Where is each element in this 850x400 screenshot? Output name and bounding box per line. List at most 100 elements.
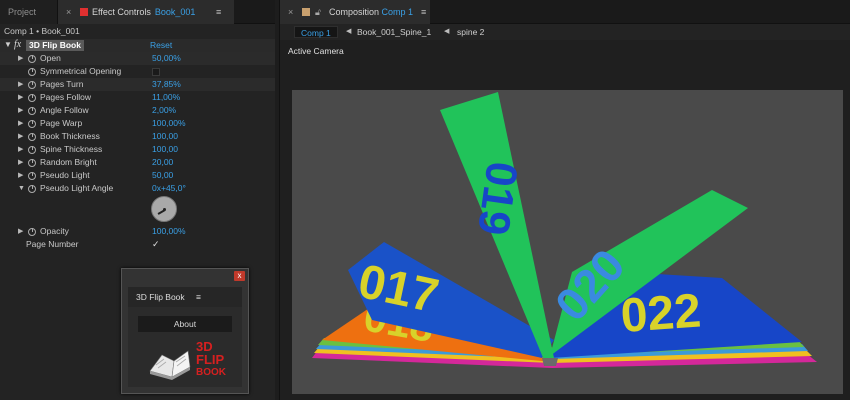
expand-arrow-icon[interactable]: ▶ (18, 225, 23, 238)
param-row-opacity: ▶ Opacity 100,00% (0, 225, 275, 238)
param-label: Page Number (26, 239, 79, 249)
effect-controls-panel: Project × Effect Controls Book_001 ≡ Comp… (0, 0, 275, 400)
stopwatch-icon[interactable] (28, 146, 36, 154)
param-row-random-bright: ▶ Random Bright 20,00 (0, 156, 275, 169)
angle-dial-center (163, 208, 166, 211)
lock-icon[interactable]: 🔓︎ (315, 0, 321, 24)
flip-book-render: 018 022 017 020 (312, 92, 817, 368)
param-label: Random Bright (40, 157, 97, 167)
stopwatch-icon[interactable] (28, 94, 36, 102)
stopwatch-icon[interactable] (28, 159, 36, 167)
composition-subject[interactable]: Comp 1 (382, 7, 414, 17)
active-camera-label: Active Camera (288, 46, 344, 56)
composition-title: Composition (329, 7, 380, 17)
left-tab-bar: Project × Effect Controls Book_001 ≡ (0, 0, 275, 24)
param-label: Symmetrical Opening (40, 66, 122, 76)
close-tab-icon[interactable]: × (66, 0, 71, 24)
stopwatch-icon[interactable] (28, 172, 36, 180)
breadcrumb: Comp 1 ◀ Book_001_Spine_1 ◀ spine 2 (280, 24, 850, 40)
param-value[interactable]: 37,85% (152, 78, 181, 91)
fx-toggle[interactable]: fx (14, 39, 21, 50)
param-row-spine-thickness: ▶ Spine Thickness 100,00 (0, 143, 275, 156)
param-label: Pseudo Light Angle (40, 183, 114, 193)
param-value[interactable]: 100,00% (152, 117, 186, 130)
effect-name[interactable]: 3D Flip Book (26, 40, 84, 51)
close-window-button[interactable]: x (234, 271, 245, 281)
param-value[interactable]: 50,00 (152, 169, 173, 182)
expand-triangle-icon[interactable]: ▼ (4, 40, 12, 49)
app-root: Project × Effect Controls Book_001 ≡ Comp… (0, 0, 850, 400)
param-row-pages-follow: ▶ Pages Follow 11,00% (0, 91, 275, 104)
stopwatch-icon[interactable] (28, 68, 36, 76)
param-value[interactable]: 100,00 (152, 143, 178, 156)
comp-color-swatch (302, 8, 310, 16)
stopwatch-icon[interactable] (28, 228, 36, 236)
symmetrical-opening-checkbox[interactable] (152, 68, 160, 76)
param-label: Book Thickness (40, 131, 100, 141)
angle-dial[interactable] (151, 196, 177, 222)
param-row-open: ▶ Open 50,00% (0, 52, 275, 65)
page-number-checkbox[interactable]: ✓ (152, 238, 160, 251)
expand-arrow-icon[interactable]: ▶ (18, 91, 23, 104)
expand-arrow-icon[interactable]: ▶ (18, 104, 23, 117)
floating-window-menu-icon[interactable]: ≡ (196, 287, 201, 307)
stopwatch-icon[interactable] (28, 81, 36, 89)
tab-composition[interactable]: × 🔓︎ Composition Comp 1 ≡ (280, 0, 430, 24)
stopwatch-icon[interactable] (28, 107, 36, 115)
param-value[interactable]: 100,00 (152, 130, 178, 143)
stopwatch-icon[interactable] (28, 55, 36, 63)
param-label: Page Warp (40, 118, 83, 128)
param-value[interactable]: 2,00% (152, 104, 176, 117)
breadcrumb-separator-icon: ◀ (346, 28, 352, 35)
param-label: Pseudo Light (40, 170, 90, 180)
stopwatch-icon[interactable] (28, 185, 36, 193)
floating-window-title-text: 3D Flip Book (136, 292, 185, 302)
breadcrumb-spine-2[interactable]: spine 2 (457, 26, 484, 38)
expand-arrow-icon[interactable]: ▶ (18, 78, 23, 91)
panel-menu-icon[interactable]: ≡ (421, 0, 426, 24)
expand-arrow-icon[interactable]: ▶ (18, 143, 23, 156)
param-label: Open (40, 53, 61, 63)
tab-effect-controls[interactable]: × Effect Controls Book_001 ≡ (58, 0, 234, 24)
expand-arrow-icon[interactable]: ▶ (18, 117, 23, 130)
expand-arrow-icon[interactable]: ▶ (18, 52, 23, 65)
comp-path: Comp 1 • Book_001 (4, 26, 80, 36)
stopwatch-icon[interactable] (28, 133, 36, 141)
panel-menu-icon[interactable]: ≡ (216, 0, 221, 24)
book-spine (542, 358, 558, 366)
param-row-pages-turn: ▶ Pages Turn 37,85% (0, 78, 275, 91)
effect-controls-subject[interactable]: Book_001 (155, 7, 196, 17)
composition-viewer[interactable]: 018 022 017 020 (292, 90, 843, 394)
effect-controls-title: Effect Controls (92, 7, 151, 17)
flipbook-floating-window: x 3D Flip Book ≡ About 3D FLIP BOOK (121, 268, 249, 394)
param-row-page-number: Page Number ✓ (0, 238, 275, 251)
param-value[interactable]: 20,00 (152, 156, 173, 169)
param-value[interactable]: 100,00% (152, 225, 186, 238)
floating-window-body: About 3D FLIP BOOK (128, 307, 242, 387)
floating-window-title: 3D Flip Book ≡ (128, 287, 242, 307)
param-row-angle-follow: ▶ Angle Follow 2,00% (0, 104, 275, 117)
param-label: Pages Turn (40, 79, 84, 89)
close-tab-icon[interactable]: × (288, 0, 293, 24)
breadcrumb-book-spine[interactable]: Book_001_Spine_1 (357, 26, 431, 38)
expand-arrow-icon[interactable]: ▶ (18, 169, 23, 182)
flipbook-logo: 3D FLIP BOOK (149, 339, 227, 380)
param-value[interactable]: 50,00% (152, 52, 181, 65)
expand-arrow-icon[interactable]: ▶ (18, 130, 23, 143)
about-button[interactable]: About (138, 316, 232, 332)
page-number-turning-center: 019 (468, 159, 527, 239)
expand-arrow-icon[interactable]: ▶ (18, 156, 23, 169)
param-row-book-thickness: ▶ Book Thickness 100,00 (0, 130, 275, 143)
param-label: Opacity (40, 226, 69, 236)
collapse-arrow-icon[interactable]: ▼ (18, 182, 25, 195)
effect-header: ▼ fx 3D Flip Book Reset (0, 39, 275, 52)
param-value[interactable]: 11,00% (152, 91, 180, 104)
stopwatch-icon[interactable] (28, 120, 36, 128)
composition-tab-bar: × 🔓︎ Composition Comp 1 ≡ (280, 0, 850, 24)
tab-project[interactable]: Project (0, 0, 58, 24)
reset-button[interactable]: Reset (150, 40, 172, 50)
logo-text-book: BOOK (196, 367, 227, 378)
param-row-pseudo-light-angle: ▼ Pseudo Light Angle 0x+45,0° (0, 182, 275, 195)
param-value[interactable]: 0x+45,0° (152, 182, 186, 195)
breadcrumb-comp-1[interactable]: Comp 1 (294, 26, 338, 38)
